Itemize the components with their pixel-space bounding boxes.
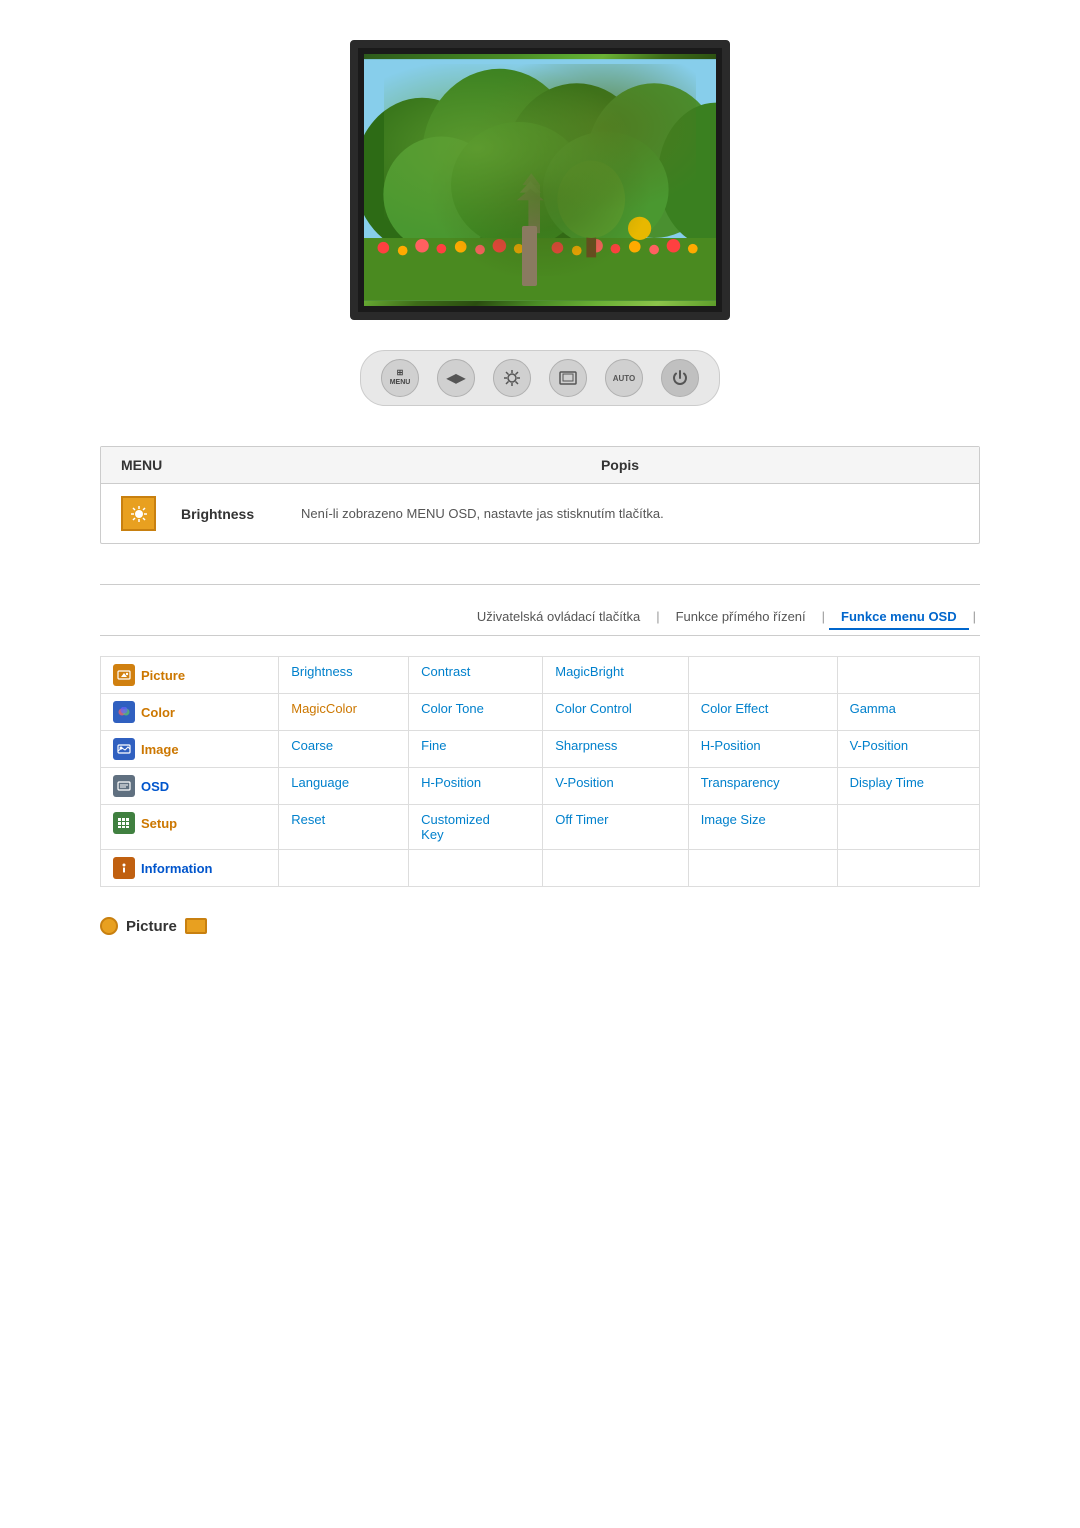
auto-button[interactable]: AUTO (605, 359, 643, 397)
cell-brightness[interactable]: Brightness (279, 657, 409, 694)
picture-icon (113, 664, 135, 686)
cell-language[interactable]: Language (279, 768, 409, 805)
information-icon (113, 857, 135, 879)
picture-square-icon (185, 918, 207, 934)
menu-grid-table: Picture Brightness Contrast MagicBright (100, 656, 980, 887)
table-col-menu: MENU (121, 457, 281, 473)
cell-transparency[interactable]: Transparency (688, 768, 837, 805)
nav-separator-3: | (969, 605, 980, 630)
information-label: Information (141, 861, 213, 876)
cell-color-effect[interactable]: Color Effect (688, 694, 837, 731)
brightness-button[interactable] (493, 359, 531, 397)
power-button[interactable] (661, 359, 699, 397)
tab-user-controls[interactable]: Uživatelská ovládací tlačítka (465, 605, 652, 630)
cell-off-timer[interactable]: Off Timer (543, 805, 688, 850)
cell-image-size[interactable]: Image Size (688, 805, 837, 850)
source-button[interactable] (549, 359, 587, 397)
cell-color-tone[interactable]: Color Tone (409, 694, 543, 731)
brightness-description: Není-li zobrazeno MENU OSD, nastavte jas… (301, 506, 959, 521)
nav-separator-2: | (818, 605, 829, 630)
controls-section: ⊞MENU ◀▶ (100, 350, 980, 406)
cell-magicbright[interactable]: MagicBright (543, 657, 688, 694)
picture-circle-icon (100, 917, 118, 935)
menu-item-information[interactable]: Information (101, 850, 279, 887)
image-label: Image (141, 742, 179, 757)
table-header: MENU Popis (101, 447, 979, 484)
table-row: OSD Language H-Position V-Position Trans… (101, 768, 980, 805)
cell-color-control[interactable]: Color Control (543, 694, 688, 731)
picture-text-label: Picture (126, 918, 177, 935)
setup-label: Setup (141, 816, 177, 831)
controls-bar: ⊞MENU ◀▶ (360, 350, 720, 406)
table-row: Information (101, 850, 980, 887)
cell-osd-v-position[interactable]: V-Position (543, 768, 688, 805)
tab-osd-menu[interactable]: Funkce menu OSD (829, 605, 969, 630)
image-icon (113, 738, 135, 760)
cell-reset[interactable]: Reset (279, 805, 409, 850)
picture-label: Picture (141, 668, 185, 683)
table-col-popis: Popis (281, 457, 959, 473)
menu-button[interactable]: ⊞MENU (381, 359, 419, 397)
menu-grid-section: Picture Brightness Contrast MagicBright (100, 656, 980, 887)
tab-direct-functions[interactable]: Funkce přímého řízení (664, 605, 818, 630)
picture-label-section: Picture (100, 917, 980, 935)
cell-gamma[interactable]: Gamma (837, 694, 979, 731)
osd-icon (113, 775, 135, 797)
monitor-frame (350, 40, 730, 320)
color-label: Color (141, 705, 175, 720)
cell-customized-key[interactable]: CustomizedKey (409, 805, 543, 850)
cell-sharpness[interactable]: Sharpness (543, 731, 688, 768)
menu-item-osd[interactable]: OSD (101, 768, 279, 805)
monitor-section (100, 40, 980, 320)
cell-magiccolor[interactable]: MagicColor (279, 694, 409, 731)
cell-osd-h-position[interactable]: H-Position (409, 768, 543, 805)
color-icon (113, 701, 135, 723)
cell-empty1 (688, 657, 837, 694)
menu-popis-table: MENU Popis Brightness Není-li zobrazeno … (100, 446, 980, 544)
table-row: Image Coarse Fine Sharpness H-Position V… (101, 731, 980, 768)
cell-h-position[interactable]: H-Position (688, 731, 837, 768)
cell-info-empty4 (688, 850, 837, 887)
cell-info-empty5 (837, 850, 979, 887)
cell-fine[interactable]: Fine (409, 731, 543, 768)
cell-empty2 (837, 657, 979, 694)
cell-display-time[interactable]: Display Time (837, 768, 979, 805)
menu-item-image[interactable]: Image (101, 731, 279, 768)
brightness-label: Brightness (181, 506, 291, 522)
nav-button[interactable]: ◀▶ (437, 359, 475, 397)
menu-item-picture[interactable]: Picture (101, 657, 279, 694)
table-row: Color MagicColor Color Tone Color Contro… (101, 694, 980, 731)
table-row: Picture Brightness Contrast MagicBright (101, 657, 980, 694)
nav-separator-1: | (652, 605, 663, 630)
menu-item-setup[interactable]: Setup (101, 805, 279, 850)
cell-info-empty3 (543, 850, 688, 887)
table-row-brightness: Brightness Není-li zobrazeno MENU OSD, n… (101, 484, 979, 543)
osd-label: OSD (141, 779, 169, 794)
brightness-icon (121, 496, 156, 531)
nav-tabs: Uživatelská ovládací tlačítka | Funkce p… (100, 605, 980, 636)
table-row: Setup Reset CustomizedKey Off Timer Imag… (101, 805, 980, 850)
cell-setup-empty (837, 805, 979, 850)
cell-info-empty2 (409, 850, 543, 887)
cell-contrast[interactable]: Contrast (409, 657, 543, 694)
monitor-screen (364, 54, 716, 306)
cell-coarse[interactable]: Coarse (279, 731, 409, 768)
cell-v-position[interactable]: V-Position (837, 731, 979, 768)
cell-info-empty1 (279, 850, 409, 887)
setup-icon (113, 812, 135, 834)
menu-item-color[interactable]: Color (101, 694, 279, 731)
